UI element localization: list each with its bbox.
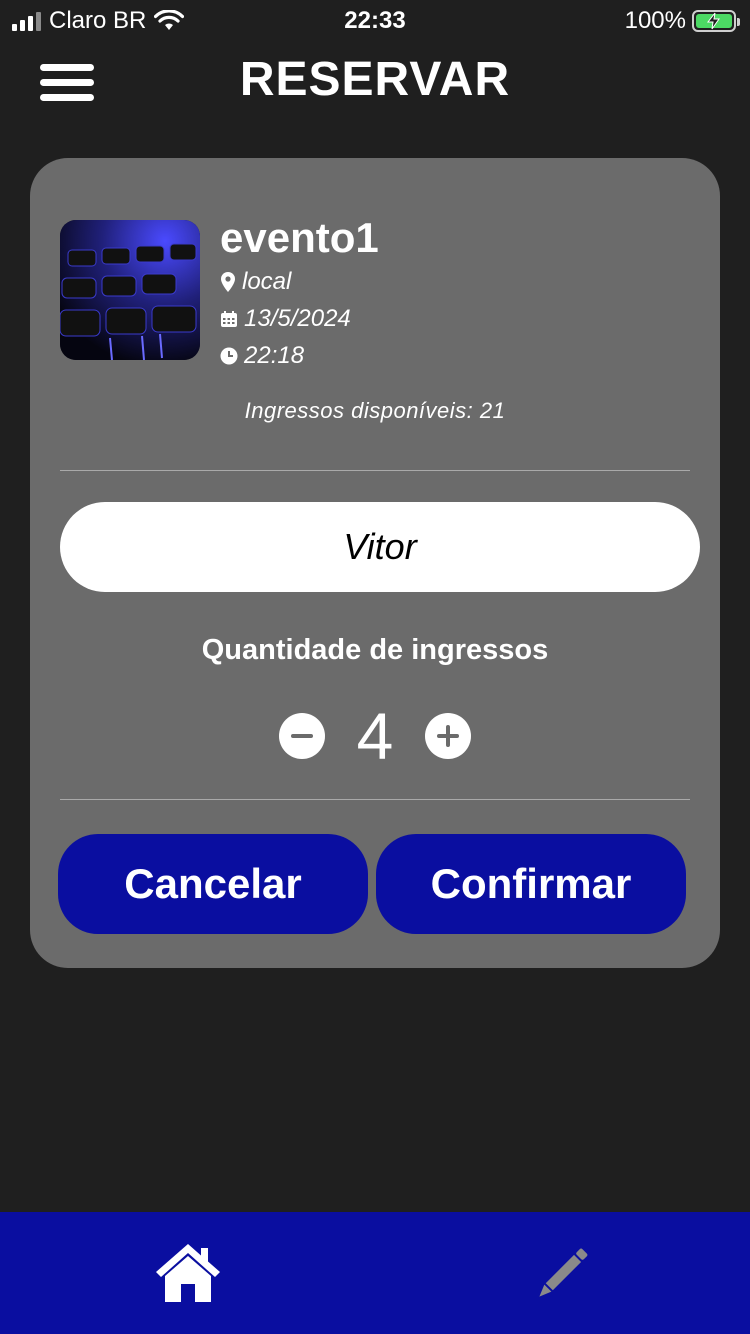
decrease-button[interactable] — [279, 713, 325, 759]
calendar-icon — [221, 311, 237, 327]
confirm-button[interactable]: Confirmar — [376, 834, 686, 934]
quantity-label: Quantidade de ingressos — [201, 634, 549, 666]
battery-percent: 100% — [624, 7, 686, 34]
pencil-icon — [539, 1248, 588, 1297]
quantity-stepper: 4 — [30, 698, 720, 774]
name-input[interactable]: Vitor — [60, 502, 700, 592]
nav-edit-button[interactable] — [530, 1242, 594, 1306]
event-location-text: local — [242, 268, 292, 295]
increase-button[interactable] — [425, 713, 471, 759]
event-image — [60, 220, 200, 360]
event-date: 13/5/2024 — [220, 305, 351, 333]
bottom-nav — [0, 1212, 750, 1334]
page-title: RESERVAR — [239, 53, 511, 106]
status-bar: Claro BR 22:33 100% — [0, 0, 750, 40]
quantity-value: 4 — [356, 699, 394, 773]
divider — [60, 799, 690, 800]
event-time: 22:18 — [220, 342, 304, 370]
battery-charging-icon — [692, 10, 740, 32]
event-date-text: 13/5/2024 — [244, 305, 351, 332]
event-time-text: 22:18 — [244, 342, 305, 369]
minus-icon — [291, 734, 313, 738]
reservation-card: evento1 local 13/5/2024 22:18 Ingressos … — [30, 158, 720, 968]
cancel-button[interactable]: Cancelar — [58, 834, 368, 934]
nav-home-button[interactable] — [153, 1240, 223, 1306]
clock-icon — [220, 347, 238, 365]
divider — [60, 470, 690, 471]
home-icon — [156, 1244, 220, 1302]
status-right: 100% — [624, 7, 740, 35]
available-tickets: Ingressos disponíveis: 21 — [244, 398, 506, 423]
event-name: evento1 — [220, 214, 379, 261]
map-pin-icon — [221, 272, 235, 292]
event-location: local — [220, 268, 291, 296]
